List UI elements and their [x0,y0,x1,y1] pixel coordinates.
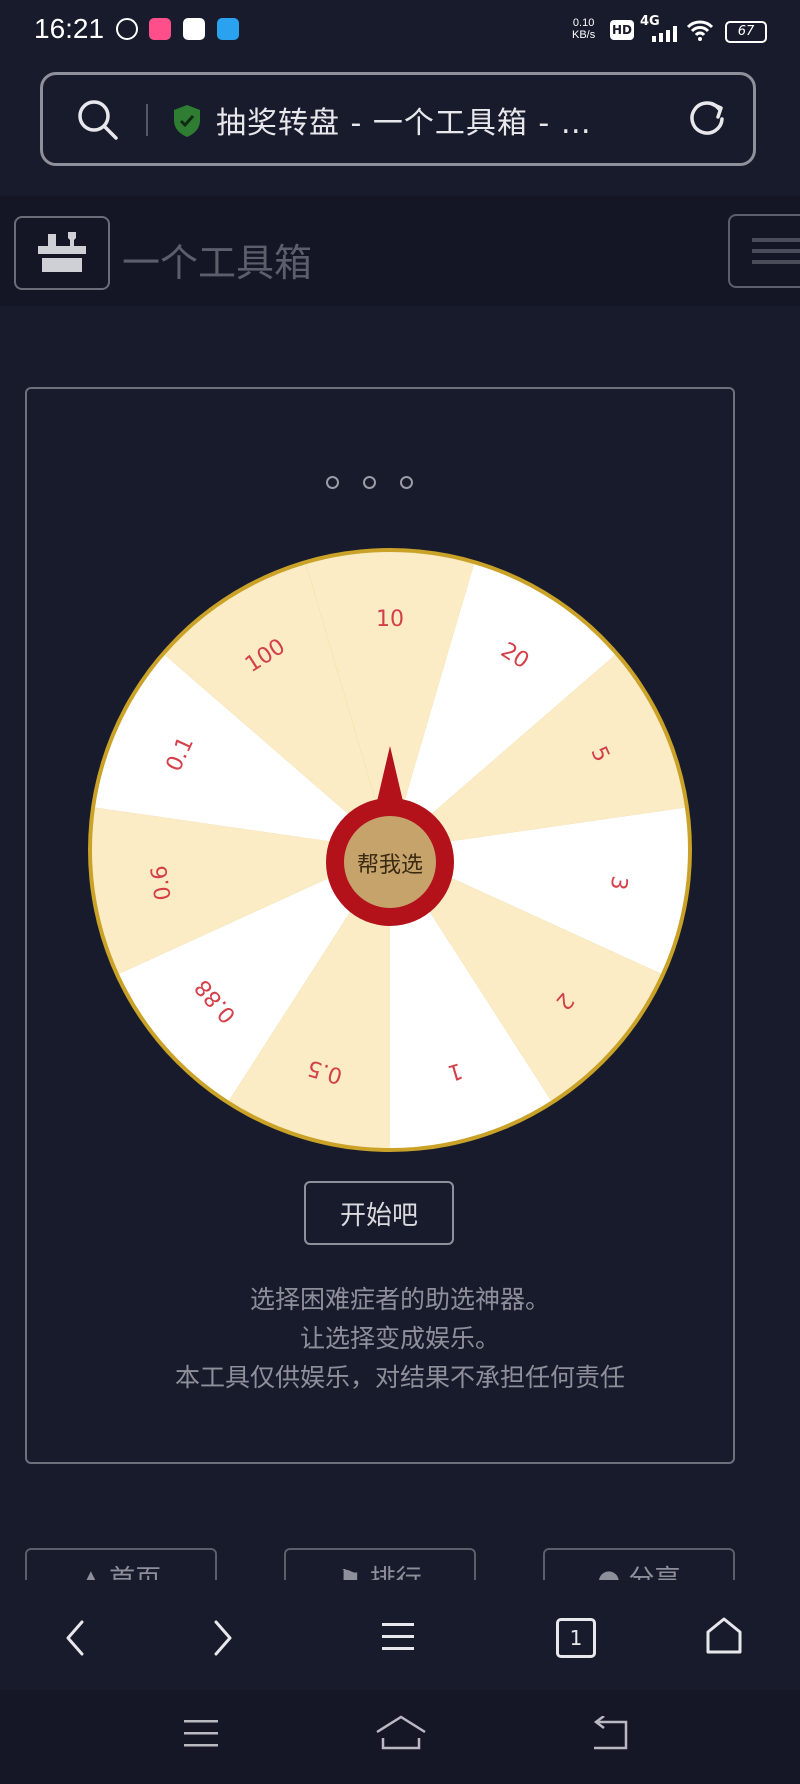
menu-button[interactable] [728,214,800,288]
signal-icon [652,26,677,42]
wheel-segment-label: 0.6 [147,864,177,902]
page-url-title[interactable]: 抽奖转盘 - 一个工具箱 - … [216,98,592,142]
network-speed-value: 0.10 [572,17,595,29]
network-speed: 0.10 KB/s [572,17,595,41]
network-speed-unit: KB/s [572,29,596,41]
hamburger-icon [752,238,800,264]
battery-indicator: 67 [725,21,767,43]
back-icon[interactable] [62,1618,88,1658]
refresh-icon[interactable] [686,98,728,140]
flight-app-icon [217,18,239,40]
status-time: 16:21 [34,13,105,44]
mail-icon [183,18,205,40]
system-home-icon[interactable] [374,1714,428,1752]
app-notification-icon [149,18,171,40]
description-line-2: 让选择变成娱乐。 [299,1324,500,1353]
address-divider [146,104,148,136]
site-logo[interactable] [14,216,110,290]
tabs-button[interactable]: 1 [556,1618,596,1658]
k-app-icon [116,18,138,40]
system-back-icon[interactable] [588,1716,630,1752]
start-button[interactable]: 开始吧 [304,1181,454,1245]
dot [400,476,413,489]
status-bar: 16:21 0.10 KB/s HD 4G 67 [0,0,800,60]
recent-apps-icon[interactable] [182,1718,220,1750]
shield-check-icon [174,105,200,137]
description-line-3: 本工具仅供娱乐，对结果不承担任何责任 [174,1363,625,1392]
toolbox-icon [38,232,86,272]
menu-icon[interactable] [380,1620,416,1654]
wifi-icon [686,20,714,41]
forward-icon[interactable] [210,1618,236,1658]
system-nav-bar [0,1690,800,1784]
wheel-center-label[interactable]: 帮我选 [357,853,423,878]
site-header [0,196,800,306]
dot [326,476,339,489]
search-icon[interactable] [76,98,120,142]
lottery-wheel[interactable]: 102053210.50.880.60.1100 帮我选 [88,548,692,1152]
site-title[interactable]: 一个工具箱 [122,232,312,287]
dot [363,476,376,489]
hd-badge: HD [610,20,634,40]
browser-toolbar: 1 [0,1580,800,1690]
description-line-1: 选择困难症者的助选神器。 [249,1285,550,1314]
home-page-icon[interactable] [704,1616,744,1656]
loading-dots [326,474,437,493]
wheel-segment-label: 10 [376,607,404,632]
